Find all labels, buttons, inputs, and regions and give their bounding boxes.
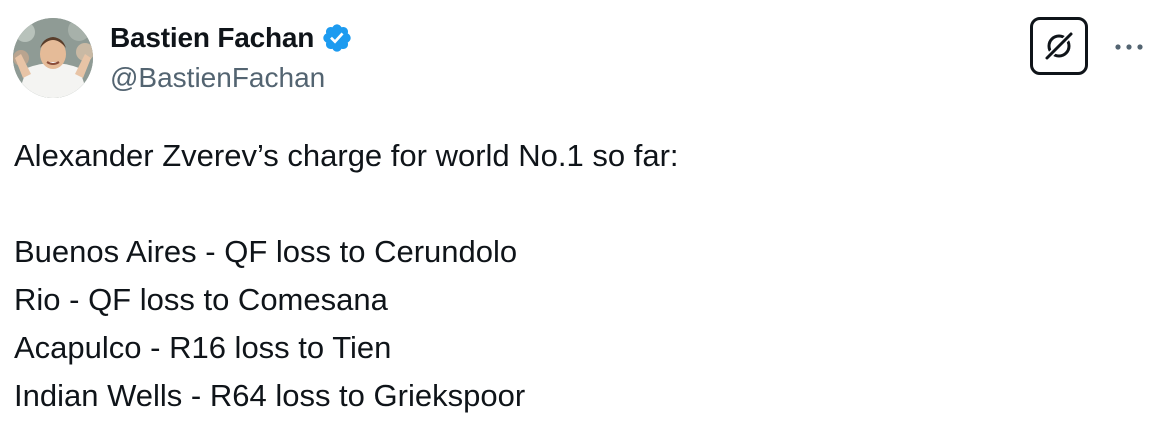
avatar-photo xyxy=(13,18,93,98)
verified-badge-icon[interactable] xyxy=(321,22,353,54)
grok-button[interactable] xyxy=(1030,17,1088,75)
more-options-button[interactable] xyxy=(1108,30,1150,64)
author-name[interactable]: Bastien Fachan xyxy=(110,22,314,54)
author-handle[interactable]: @BastienFachan xyxy=(110,62,325,94)
tweet-result-line: Indian Wells - R64 loss to Griekspoor xyxy=(14,378,526,413)
tweet-result-line: Acapulco - R16 loss to Tien xyxy=(14,330,392,365)
tweet-text: Alexander Zverev’s charge for world No.1… xyxy=(14,132,1154,420)
tweet-result-line: Rio - QF loss to Comesana xyxy=(14,282,388,317)
tweet-result-line: Buenos Aires - QF loss to Cerundolo xyxy=(14,234,518,269)
grok-icon xyxy=(1043,30,1075,62)
tweet-intro-line: Alexander Zverev’s charge for world No.1… xyxy=(14,138,679,173)
author-name-row: Bastien Fachan xyxy=(110,20,353,56)
tweet-card: Bastien Fachan @BastienFachan Alexander … xyxy=(0,0,1174,434)
more-horizontal-icon xyxy=(1115,44,1143,50)
avatar[interactable] xyxy=(13,18,93,98)
